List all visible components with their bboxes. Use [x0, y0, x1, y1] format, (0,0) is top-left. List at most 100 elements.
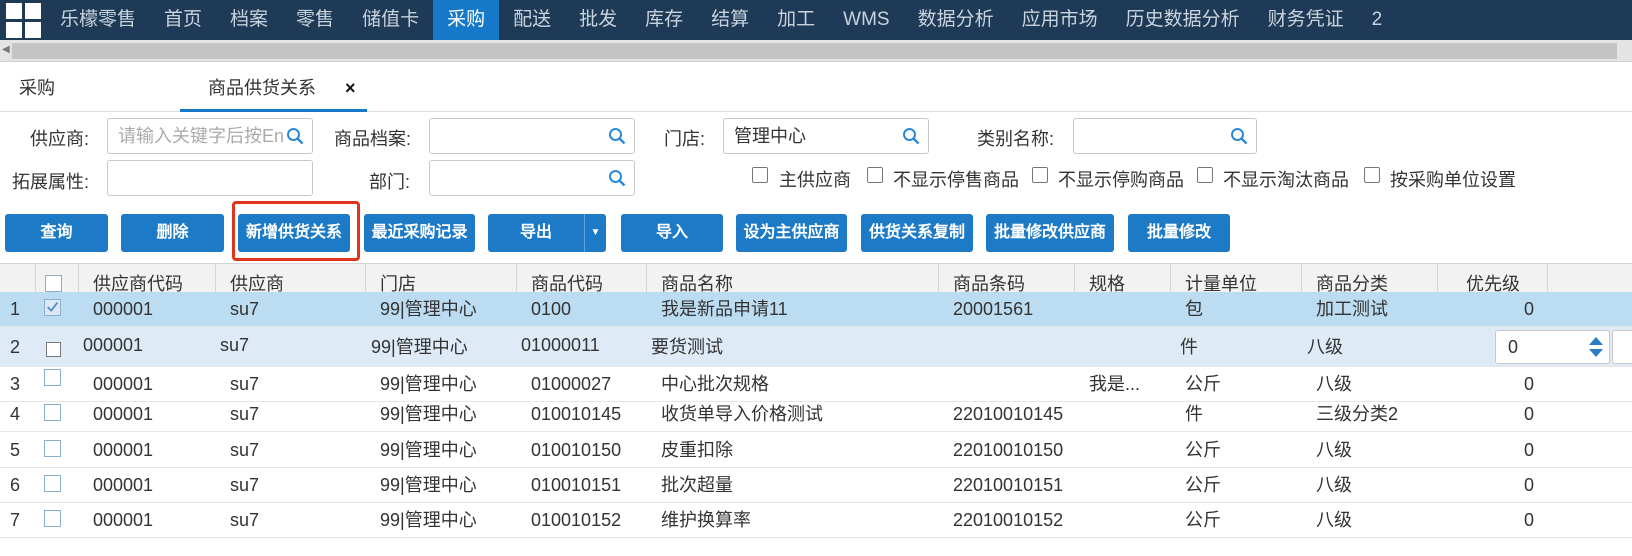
dept-label: 部门:: [369, 172, 411, 192]
export-button[interactable]: 导出 ▼: [488, 214, 606, 252]
cell-category: 八级: [1316, 440, 1352, 460]
nav-item-finance-voucher[interactable]: 财务凭证: [1254, 0, 1358, 40]
set-main-supplier-button[interactable]: 设为主供应商: [736, 214, 847, 252]
search-icon[interactable]: [608, 169, 626, 187]
dept-input[interactable]: [429, 160, 635, 196]
cell-product-name: 我是新品申请11: [661, 299, 788, 319]
hide-stop-sale-checkbox[interactable]: [867, 167, 883, 183]
top-nav: 乐檬零售 首页 档案 零售 储值卡 采购 配送 批发 库存 结算 加工 WMS …: [0, 0, 1632, 40]
tab-bar: 采购 商品供货关系 ×: [0, 64, 1632, 112]
horizontal-scrollbar[interactable]: ◀: [0, 40, 1632, 62]
supplier-input[interactable]: 请输入关键字后按En: [107, 118, 313, 154]
cell-supplier-code: 000001: [93, 510, 154, 530]
nav-item-stored-value-card[interactable]: 储值卡: [348, 0, 433, 40]
table-row[interactable]: 7 000001 su7 99|管理中心 010010152 维护换算率 220…: [0, 503, 1632, 538]
table-row[interactable]: 4 000001 su7 99|管理中心 010010145 收货单导入价格测试…: [0, 397, 1632, 432]
cell-supplier: su7: [230, 440, 260, 460]
table-row[interactable]: 6 000001 su7 99|管理中心 010010151 批次超量 2201…: [0, 468, 1632, 503]
nav-item-settlement[interactable]: 结算: [697, 0, 763, 40]
scrollbar-thumb[interactable]: [12, 43, 1617, 59]
nav-item-home[interactable]: 首页: [150, 0, 216, 40]
cell-category: 加工测试: [1316, 299, 1388, 319]
copy-supply-relation-button[interactable]: 供货关系复制: [861, 214, 973, 252]
row-number: 2: [10, 337, 21, 357]
next-cell-input[interactable]: [1612, 330, 1632, 364]
cell-product-code: 010010145: [531, 404, 622, 424]
search-icon[interactable]: [608, 127, 626, 145]
row-checkbox[interactable]: [44, 369, 61, 386]
ext-attr-input[interactable]: [107, 160, 313, 196]
nav-item-overflow[interactable]: 2: [1358, 0, 1397, 40]
cell-product-code: 010010151: [531, 475, 622, 495]
app-grid-icon[interactable]: [0, 0, 46, 40]
cell-category: 八级: [1307, 337, 1343, 357]
row-checkbox[interactable]: [44, 510, 61, 527]
main-supplier-checkbox[interactable]: [752, 167, 768, 183]
close-icon[interactable]: ×: [345, 64, 356, 112]
row-checkbox[interactable]: [44, 440, 61, 457]
ext-attr-label: 拓展属性:: [12, 172, 90, 192]
category-input[interactable]: [1073, 118, 1257, 154]
select-all-checkbox[interactable]: [45, 275, 62, 292]
cell-supplier: su7: [220, 335, 250, 355]
cell-store: 99|管理中心: [380, 404, 477, 424]
header-label: 商品分类: [1316, 274, 1388, 294]
scroll-left-icon[interactable]: ◀: [2, 44, 10, 55]
nav-item-wholesale[interactable]: 批发: [565, 0, 631, 40]
delete-button[interactable]: 删除: [121, 214, 224, 252]
cell-store: 99|管理中心: [380, 475, 477, 495]
cell-product-name: 维护换算率: [661, 510, 751, 530]
purchase-unit-checkbox[interactable]: [1364, 167, 1380, 183]
cell-unit: 件: [1180, 337, 1198, 357]
batch-modify-button[interactable]: 批量修改: [1128, 214, 1230, 252]
cell-supplier: su7: [230, 299, 260, 319]
store-label: 门店:: [664, 129, 706, 149]
nav-item-wms[interactable]: WMS: [829, 0, 903, 40]
nav-item-data-analysis[interactable]: 数据分析: [904, 0, 1008, 40]
cell-unit: 公斤: [1185, 510, 1221, 530]
table-row-editing[interactable]: 2 000001 su7 99|管理中心 01000011 要货测试 件 八级 …: [0, 327, 1632, 367]
recent-purchase-button[interactable]: 最近采购记录: [364, 214, 475, 252]
nav-item-archive[interactable]: 档案: [216, 0, 282, 40]
priority-value: 0: [1508, 337, 1519, 357]
cell-store: 99|管理中心: [371, 337, 468, 357]
cell-barcode: 22010010150: [953, 440, 1064, 460]
table-row[interactable]: 1 000001 su7 99|管理中心 0100 我是新品申请11 20001…: [0, 292, 1632, 327]
cell-priority: 0: [1524, 475, 1535, 495]
query-button[interactable]: 查询: [5, 214, 108, 252]
import-button[interactable]: 导入: [621, 214, 723, 252]
spin-down-icon[interactable]: [1589, 349, 1603, 357]
search-icon[interactable]: [286, 127, 304, 145]
row-checkbox[interactable]: [44, 404, 61, 421]
nav-item-processing[interactable]: 加工: [763, 0, 829, 40]
header-label: 商品代码: [531, 274, 603, 294]
batch-modify-supplier-button[interactable]: 批量修改供应商: [986, 214, 1114, 252]
row-number: 7: [10, 510, 21, 530]
tab-purchase[interactable]: 采购: [19, 64, 55, 112]
table-row[interactable]: 5 000001 su7 99|管理中心 010010150 皮重扣除 2201…: [0, 433, 1632, 468]
tab-product-supply-relation[interactable]: 商品供货关系 ×: [180, 64, 367, 112]
priority-stepper[interactable]: 0: [1495, 330, 1610, 364]
header-label: 商品名称: [661, 274, 733, 294]
hide-obsolete-checkbox[interactable]: [1197, 167, 1213, 183]
nav-item-delivery[interactable]: 配送: [499, 0, 565, 40]
hide-stop-purchase-checkbox[interactable]: [1032, 167, 1048, 183]
search-icon[interactable]: [1230, 127, 1248, 145]
cell-category: 八级: [1316, 475, 1352, 495]
cell-store: 99|管理中心: [380, 440, 477, 460]
header-label: 门店: [380, 274, 416, 294]
search-icon[interactable]: [902, 127, 920, 145]
nav-item-inventory[interactable]: 库存: [631, 0, 697, 40]
nav-item-retail[interactable]: 零售: [282, 0, 348, 40]
row-checkbox[interactable]: [44, 299, 61, 316]
nav-item-history-analysis[interactable]: 历史数据分析: [1112, 0, 1254, 40]
nav-brand[interactable]: 乐檬零售: [46, 0, 150, 40]
product-input[interactable]: [429, 118, 635, 154]
nav-item-purchase[interactable]: 采购: [433, 0, 500, 40]
row-checkbox[interactable]: [46, 342, 61, 357]
row-checkbox[interactable]: [44, 475, 61, 492]
chevron-down-icon[interactable]: ▼: [584, 214, 606, 252]
nav-item-app-market[interactable]: 应用市场: [1008, 0, 1112, 40]
spin-up-icon[interactable]: [1589, 337, 1603, 345]
store-input[interactable]: 管理中心: [723, 118, 929, 154]
